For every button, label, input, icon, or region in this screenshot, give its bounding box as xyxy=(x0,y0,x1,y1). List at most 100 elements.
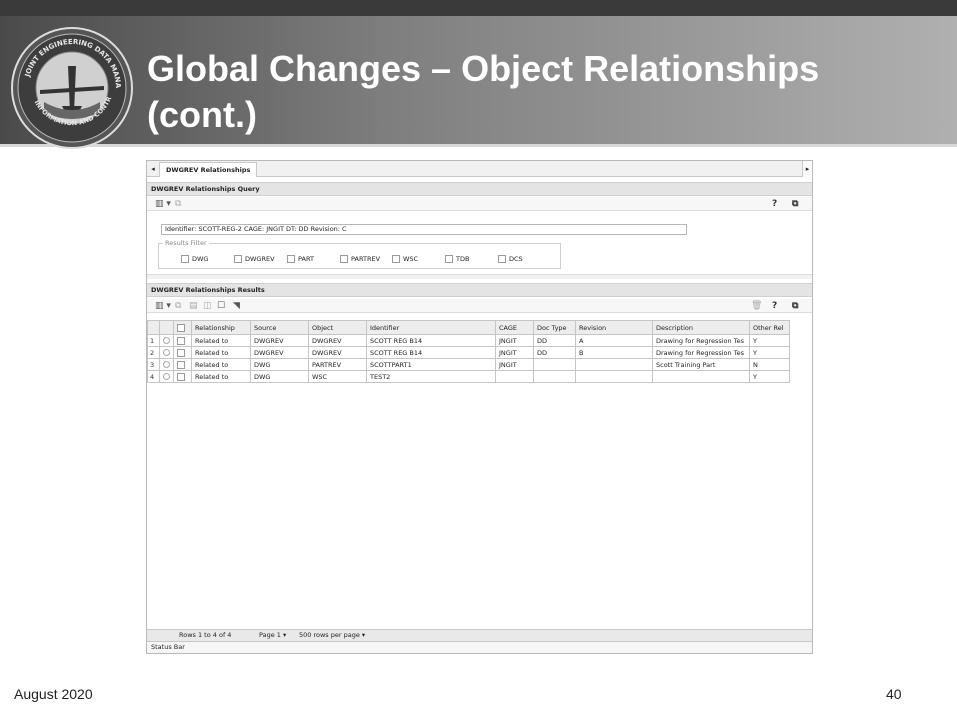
row-select[interactable] xyxy=(173,358,192,371)
column-header-description[interactable]: Description xyxy=(652,320,750,335)
results-filter-label: Results Filter xyxy=(163,239,209,248)
filter-dwg[interactable]: DWG xyxy=(181,255,208,263)
row-radio[interactable] xyxy=(159,346,174,359)
cell-cage: JNGIT xyxy=(495,334,534,347)
row-number: 2 xyxy=(147,346,160,359)
filter-wsc[interactable]: WSC xyxy=(392,255,418,263)
results-empty-area xyxy=(147,398,812,625)
cell-cage xyxy=(495,370,534,383)
select-box-icon[interactable]: ☐ xyxy=(217,301,225,311)
cell-object: PARTREV xyxy=(308,358,367,371)
checkbox[interactable] xyxy=(392,255,400,263)
cell-relationship: Related to xyxy=(191,334,251,347)
row-radio[interactable] xyxy=(159,370,174,383)
header-select-all[interactable] xyxy=(173,320,192,335)
copy-icon[interactable]: ⧉ xyxy=(175,199,181,209)
row-select[interactable] xyxy=(173,346,192,359)
document-icon[interactable]: ▤ xyxy=(189,301,198,311)
table-row[interactable]: 4 Related to DWG WSC TEST2 Y xyxy=(147,370,790,383)
cell-doc-type: DD xyxy=(533,334,576,347)
column-header-identifier[interactable]: Identifier xyxy=(366,320,496,335)
cell-cage: JNGIT xyxy=(495,358,534,371)
identifier-field[interactable]: Identifier: SCOTT-REG-2 CAGE: JNGIT DT: … xyxy=(161,224,687,235)
table-row[interactable]: 1 Related to DWGREV DWGREV SCOTT REG B14… xyxy=(147,334,790,347)
cell-cage: JNGIT xyxy=(495,346,534,359)
cell-identifier: TEST2 xyxy=(366,370,496,383)
filter-dwgrev[interactable]: DWGREV xyxy=(234,255,275,263)
page-select[interactable]: Page 1 ▾ xyxy=(259,630,286,641)
column-header-doc-type[interactable]: Doc Type xyxy=(533,320,576,335)
flag-icon[interactable]: ◥ xyxy=(233,301,240,311)
column-header-source[interactable]: Source xyxy=(250,320,309,335)
checkbox[interactable] xyxy=(181,255,189,263)
cell-relationship: Related to xyxy=(191,358,251,371)
radio-button[interactable] xyxy=(163,349,170,356)
row-select[interactable] xyxy=(173,370,192,383)
restore-window-icon[interactable]: ⧉ xyxy=(792,199,798,209)
panel-splitter[interactable] xyxy=(147,274,812,279)
radio-button[interactable] xyxy=(163,337,170,344)
rows-count-text: Rows 1 to 4 of 4 xyxy=(179,631,232,639)
row-checkbox[interactable] xyxy=(177,372,185,381)
column-header-relationship[interactable]: Relationship xyxy=(191,320,251,335)
column-header-other-rel[interactable]: Other Rel xyxy=(749,320,790,335)
jedmics-seal-logo: JOINT ENGINEERING DATA MANAGEMENT INFORM… xyxy=(10,26,133,149)
help-icon[interactable]: ? xyxy=(772,199,777,209)
header-row-number xyxy=(147,320,160,335)
column-header-revision[interactable]: Revision xyxy=(575,320,653,335)
column-header-object[interactable]: Object xyxy=(308,320,367,335)
cell-relationship: Related to xyxy=(191,370,251,383)
results-filter-group: Results Filter DWG DWGREV PART PARTREV W… xyxy=(158,239,561,269)
row-checkbox[interactable] xyxy=(177,360,185,369)
query-section-title: DWGREV Relationships Query xyxy=(147,182,812,196)
radio-button[interactable] xyxy=(163,373,170,380)
trash-icon[interactable]: 🗑 xyxy=(751,301,762,311)
checkbox[interactable] xyxy=(234,255,242,263)
cell-doc-type xyxy=(533,358,576,371)
cell-other-rel: Y xyxy=(749,346,790,359)
compare-icon[interactable]: ◫ xyxy=(203,301,212,311)
tab-strip: ◂ DWGREV Relationships ▸ xyxy=(147,161,812,177)
copy-icon[interactable]: ⧉ xyxy=(175,301,181,311)
columns-menu-icon[interactable]: ▥ ▾ xyxy=(155,199,171,209)
row-radio[interactable] xyxy=(159,334,174,347)
checkbox[interactable] xyxy=(498,255,506,263)
filter-partrev[interactable]: PARTREV xyxy=(340,255,380,263)
checkbox[interactable] xyxy=(340,255,348,263)
help-icon[interactable]: ? xyxy=(772,301,777,311)
cell-revision: B xyxy=(575,346,653,359)
table-header-row: Relationship Source Object Identifier CA… xyxy=(147,320,790,335)
column-header-cage[interactable]: CAGE xyxy=(495,320,534,335)
checkbox[interactable] xyxy=(445,255,453,263)
cell-doc-type xyxy=(533,370,576,383)
radio-button[interactable] xyxy=(163,361,170,368)
cell-object: DWGREV xyxy=(308,346,367,359)
restore-window-icon[interactable]: ⧉ xyxy=(792,301,798,311)
cell-revision: A xyxy=(575,334,653,347)
tab-dwgrev-relationships[interactable]: DWGREV Relationships xyxy=(159,162,258,177)
cell-other-rel: N xyxy=(749,358,790,371)
table-row[interactable]: 2 Related to DWGREV DWGREV SCOTT REG B14… xyxy=(147,346,790,359)
row-checkbox[interactable] xyxy=(177,348,185,357)
filter-dcs[interactable]: DCS xyxy=(498,255,523,263)
header-radio xyxy=(159,320,174,335)
row-checkbox[interactable] xyxy=(177,336,185,345)
filter-part[interactable]: PART xyxy=(287,255,314,263)
tab-scroll-right-icon[interactable]: ▸ xyxy=(802,161,812,177)
results-toolbar: ▥ ▾ ⧉ ▤ ◫ ☐ ◥ 🗑 ? ⧉ xyxy=(147,299,812,313)
filter-tdb[interactable]: TDB xyxy=(445,255,469,263)
cell-revision xyxy=(575,358,653,371)
application-window: ◂ DWGREV Relationships ▸ DWGREV Relation… xyxy=(146,160,813,654)
row-radio[interactable] xyxy=(159,358,174,371)
row-select[interactable] xyxy=(173,334,192,347)
columns-menu-icon[interactable]: ▥ ▾ xyxy=(155,301,171,311)
checkbox[interactable] xyxy=(287,255,295,263)
cell-source: DWGREV xyxy=(250,346,309,359)
table-row[interactable]: 3 Related to DWG PARTREV SCOTTPART1 JNGI… xyxy=(147,358,790,371)
cell-object: DWGREV xyxy=(308,334,367,347)
tab-scroll-left-icon[interactable]: ◂ xyxy=(149,164,157,174)
results-section-title: DWGREV Relationships Results xyxy=(147,283,812,297)
select-all-checkbox[interactable] xyxy=(177,323,185,332)
row-number: 3 xyxy=(147,358,160,371)
rows-per-page-select[interactable]: 500 rows per page ▾ xyxy=(299,630,365,641)
